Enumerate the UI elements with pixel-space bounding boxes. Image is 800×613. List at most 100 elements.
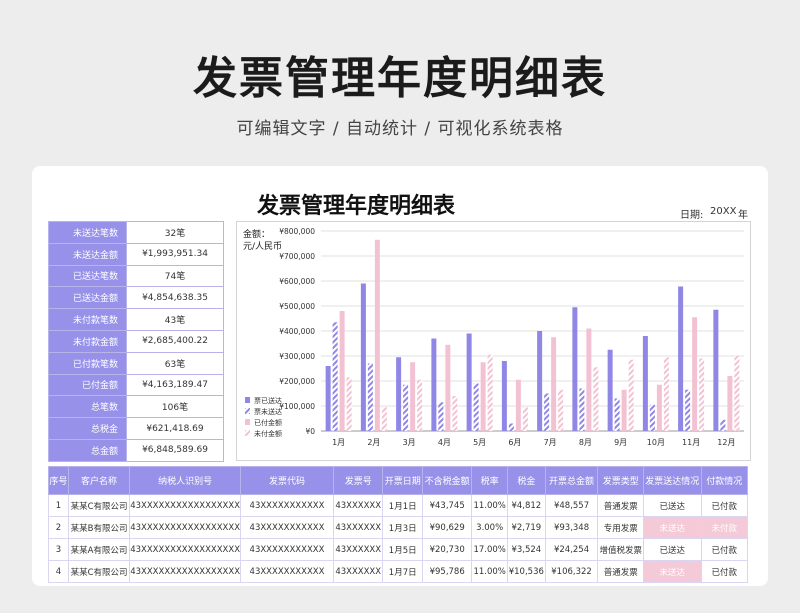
table-cell[interactable]: 43XXXXXXXXXXXXXXXXX xyxy=(129,494,242,517)
table-cell[interactable]: 1月3日 xyxy=(382,516,423,539)
table-cell[interactable]: 43XXXXXX xyxy=(332,494,384,517)
bar-unsent[interactable] xyxy=(403,384,409,431)
table-cell[interactable]: 某某B有限公司 xyxy=(67,516,131,539)
table-cell[interactable]: 43XXXXXX xyxy=(332,538,384,561)
table-cell[interactable]: 43XXXXXXXXXXX xyxy=(240,538,334,561)
bar-paid[interactable] xyxy=(586,328,592,432)
table-cell[interactable]: ¥48,557 xyxy=(544,494,599,517)
bar-sent[interactable] xyxy=(360,283,366,432)
table-cell[interactable]: 已付款 xyxy=(700,538,749,561)
column-header[interactable]: 税率 xyxy=(471,466,508,495)
table-cell[interactable]: 3.00% xyxy=(471,516,508,539)
bar-sent[interactable] xyxy=(396,357,402,431)
summary-value[interactable]: 32笔 xyxy=(126,221,224,244)
summary-value[interactable]: ¥621,418.69 xyxy=(126,417,224,440)
table-cell[interactable]: ¥4,812 xyxy=(506,494,546,517)
summary-value[interactable]: ¥1,993,951.34 xyxy=(126,242,224,266)
bar-sent[interactable] xyxy=(431,338,437,432)
table-cell[interactable]: 43XXXXXXXXXXXXXXXXX xyxy=(129,560,242,583)
column-header[interactable]: 付款情况 xyxy=(700,466,749,495)
bar-sent[interactable] xyxy=(678,286,684,432)
bar-paid[interactable] xyxy=(515,379,521,431)
column-header[interactable]: 发票代码 xyxy=(240,466,334,495)
column-header[interactable]: 发票号 xyxy=(332,466,384,495)
bar-sent[interactable] xyxy=(572,307,578,431)
table-cell[interactable]: 已送达 xyxy=(643,494,702,517)
table-cell[interactable]: ¥106,322 xyxy=(544,560,599,583)
bar-unsent[interactable] xyxy=(438,402,444,431)
table-cell[interactable]: ¥90,629 xyxy=(421,516,473,539)
bar-paid[interactable] xyxy=(480,362,486,431)
table-cell[interactable]: 11.00% xyxy=(471,560,508,583)
summary-value[interactable]: 43笔 xyxy=(126,308,224,331)
bar-unpaid[interactable] xyxy=(487,354,493,431)
bar-unsent[interactable] xyxy=(473,383,479,432)
bar-unpaid[interactable] xyxy=(381,407,387,431)
table-cell[interactable]: 专用发票 xyxy=(597,516,645,539)
bar-paid[interactable] xyxy=(656,384,662,431)
bar-unsent[interactable] xyxy=(649,404,655,431)
bar-unsent[interactable] xyxy=(579,388,585,432)
bar-unpaid[interactable] xyxy=(663,357,669,431)
table-cell[interactable]: 1 xyxy=(48,494,69,517)
bar-sent[interactable] xyxy=(325,366,331,431)
bar-sent[interactable] xyxy=(642,336,648,431)
bar-sent[interactable] xyxy=(607,349,613,431)
summary-value[interactable]: 106笔 xyxy=(126,395,224,419)
table-cell[interactable]: 已付款 xyxy=(700,560,749,583)
table-cell[interactable]: 11.00% xyxy=(471,494,508,517)
table-cell[interactable]: 某某C有限公司 xyxy=(67,560,131,583)
table-cell[interactable]: 2 xyxy=(48,516,69,539)
table-cell[interactable]: 普通发票 xyxy=(597,494,645,517)
bar-unsent[interactable] xyxy=(544,393,550,432)
bar-unpaid[interactable] xyxy=(734,356,740,431)
date-value[interactable]: 20XX xyxy=(710,206,736,217)
bar-unpaid[interactable] xyxy=(628,359,634,431)
column-header[interactable]: 发票送达情况 xyxy=(643,466,702,495)
column-header[interactable]: 开票日期 xyxy=(382,466,423,495)
bar-unpaid[interactable] xyxy=(558,389,564,431)
bar-unsent[interactable] xyxy=(508,423,514,432)
bar-paid[interactable] xyxy=(410,362,416,431)
table-cell[interactable]: ¥2,719 xyxy=(506,516,546,539)
table-cell[interactable]: ¥93,348 xyxy=(544,516,599,539)
bar-paid[interactable] xyxy=(374,239,380,431)
bar-paid[interactable] xyxy=(727,376,733,431)
column-header[interactable]: 开票总金额 xyxy=(544,466,599,495)
table-cell[interactable]: 43XXXXXXXXXXXXXXXXX xyxy=(129,516,242,539)
summary-value[interactable]: ¥4,854,638.35 xyxy=(126,286,224,310)
bar-sent[interactable] xyxy=(466,333,472,432)
column-header[interactable]: 税金 xyxy=(506,466,546,495)
bar-unsent[interactable] xyxy=(685,389,691,431)
bar-paid[interactable] xyxy=(692,317,698,431)
table-cell[interactable]: 43XXXXXXXXXXXXXXXXX xyxy=(129,538,242,561)
column-header[interactable]: 纳税人识别号 xyxy=(129,466,242,495)
table-cell[interactable]: 已付款 xyxy=(700,494,749,517)
table-cell[interactable]: ¥43,745 xyxy=(421,494,473,517)
table-cell[interactable]: 3 xyxy=(48,538,69,561)
table-cell[interactable]: 1月5日 xyxy=(382,538,423,561)
table-cell[interactable]: 未付款 xyxy=(700,516,749,539)
bar-unsent[interactable] xyxy=(614,398,620,432)
table-cell[interactable]: 普通发票 xyxy=(597,560,645,583)
column-header[interactable]: 客户名称 xyxy=(67,466,131,495)
table-cell[interactable]: 未送达 xyxy=(643,516,702,539)
table-cell[interactable]: 43XXXXXX xyxy=(332,560,384,583)
bar-paid[interactable] xyxy=(551,337,557,431)
table-cell[interactable]: 43XXXXXX xyxy=(332,516,384,539)
bar-paid[interactable] xyxy=(339,311,345,431)
summary-value[interactable]: ¥6,848,589.69 xyxy=(126,438,224,462)
bar-sent[interactable] xyxy=(537,331,543,431)
summary-value[interactable]: ¥4,163,189.47 xyxy=(126,373,224,397)
table-cell[interactable]: 43XXXXXXXXXXX xyxy=(240,494,334,517)
table-cell[interactable]: 某某A有限公司 xyxy=(67,538,131,561)
table-cell[interactable]: ¥3,524 xyxy=(506,538,546,561)
bar-unpaid[interactable] xyxy=(452,396,458,431)
table-cell[interactable]: 43XXXXXXXXXXX xyxy=(240,560,334,583)
bar-unpaid[interactable] xyxy=(593,367,599,431)
table-cell[interactable]: 某某C有限公司 xyxy=(67,494,131,517)
table-cell[interactable]: 已送达 xyxy=(643,538,702,561)
table-cell[interactable]: ¥95,786 xyxy=(421,560,473,583)
table-cell[interactable]: 1月1日 xyxy=(382,494,423,517)
bar-unsent[interactable] xyxy=(332,322,338,431)
